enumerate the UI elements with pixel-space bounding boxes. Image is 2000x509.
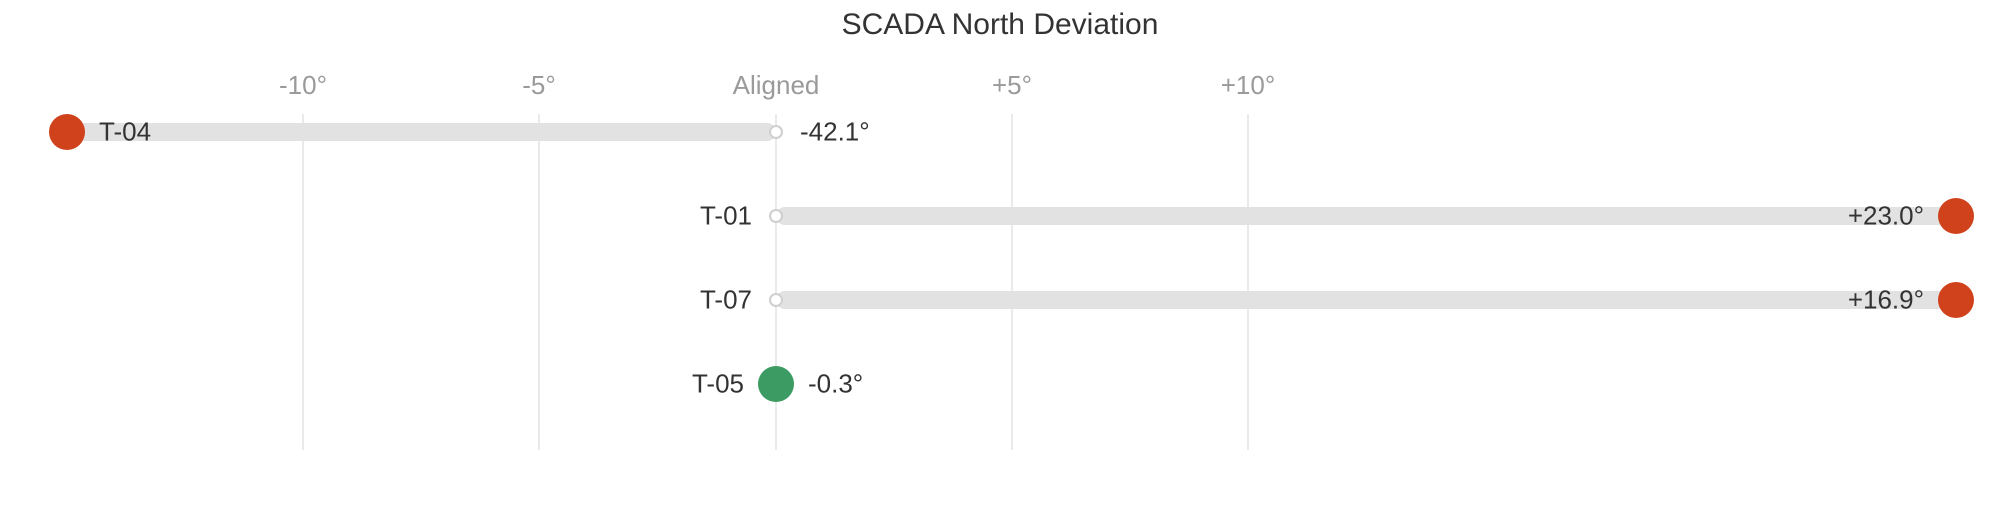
tick-minus-10: -10° xyxy=(279,70,327,101)
chart-title: SCADA North Deviation xyxy=(0,8,2000,42)
row-value: -42.1° xyxy=(800,117,870,148)
table-row: T-01 +23.0° xyxy=(0,198,2000,234)
table-row: T-05 -0.3° xyxy=(0,366,2000,402)
row-value: +23.0° xyxy=(1848,201,1924,232)
tick-minus-5: -5° xyxy=(522,70,556,101)
center-pin-icon xyxy=(769,125,783,139)
status-dot-bad xyxy=(1938,198,1974,234)
table-row: T-07 +16.9° xyxy=(0,282,2000,318)
row-name: T-05 xyxy=(692,369,744,400)
deviation-chart: SCADA North Deviation -10° -5° Aligned +… xyxy=(0,0,2000,509)
row-name: T-07 xyxy=(700,285,752,316)
tick-plus-10: +10° xyxy=(1221,70,1276,101)
deviation-bar xyxy=(776,207,1956,225)
status-dot-bad xyxy=(49,114,85,150)
rows-band: T-04 -42.1° T-01 +23.0° T-07 +16.9° T-05 -0.3° xyxy=(0,114,2000,450)
row-name: T-04 xyxy=(99,117,151,148)
table-row: T-04 -42.1° xyxy=(0,114,2000,150)
row-value: -0.3° xyxy=(808,369,863,400)
row-name: T-01 xyxy=(700,201,752,232)
tick-aligned: Aligned xyxy=(733,70,820,101)
status-dot-bad xyxy=(1938,282,1974,318)
center-pin-icon xyxy=(769,209,783,223)
axis: -10° -5° Aligned +5° +10° xyxy=(0,70,2000,100)
deviation-bar xyxy=(67,123,776,141)
center-pin-icon xyxy=(769,293,783,307)
row-value: +16.9° xyxy=(1848,285,1924,316)
status-dot-good xyxy=(758,366,794,402)
deviation-bar xyxy=(776,291,1956,309)
tick-plus-5: +5° xyxy=(992,70,1032,101)
